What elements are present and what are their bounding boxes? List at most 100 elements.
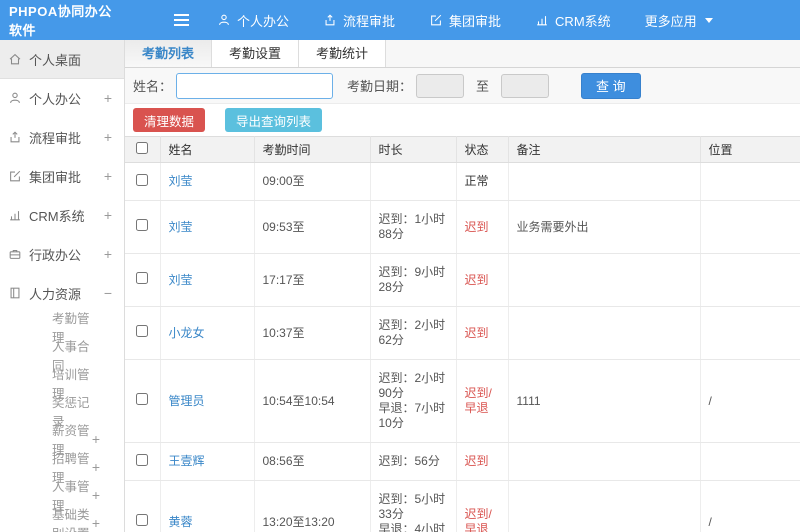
sidebar: 个人桌面 个人办公 + 流程审批 + 集团审批 + CRM系统 + 行政办公 + 人力资源 − 考勤管理人…: [0, 40, 125, 532]
sidebar-item-desktop[interactable]: 个人桌面: [0, 40, 124, 79]
employee-name-link[interactable]: 王壹辉: [169, 454, 205, 468]
expand-toggle-icon[interactable]: +: [104, 90, 112, 106]
location-cell: [700, 200, 800, 254]
row-checkbox[interactable]: [136, 219, 149, 231]
location-cell: [700, 306, 800, 360]
expand-toggle-icon[interactable]: −: [104, 285, 112, 301]
location-cell: /: [700, 359, 800, 443]
expand-toggle-icon[interactable]: +: [92, 431, 100, 447]
employee-name-link[interactable]: 小龙女: [169, 326, 205, 340]
export-list-button[interactable]: 导出查询列表: [225, 108, 323, 132]
tab-bar: 考勤列表 考勤设置 考勤统计: [125, 40, 800, 68]
edit-icon: [8, 169, 22, 183]
expand-toggle-icon[interactable]: +: [104, 246, 112, 262]
sidebar-item-label: 人力资源: [29, 286, 82, 302]
date-to-input[interactable]: [501, 73, 550, 98]
table-row: 王壹辉 08:56至 迟到：56分 迟到: [125, 442, 800, 481]
tab-setup[interactable]: 考勤设置: [212, 40, 300, 67]
top-nav-label: 流程审批: [343, 13, 396, 29]
expand-toggle-icon[interactable]: +: [104, 168, 112, 184]
checkbox-cell: [125, 306, 161, 360]
time-cell: 09:53至: [254, 200, 371, 254]
note-cell: 1111: [508, 359, 701, 443]
date-filter-label: 考勤日期：: [347, 79, 413, 94]
clean-data-button[interactable]: 清理数据: [133, 108, 206, 132]
user-icon: [217, 13, 231, 27]
status-cell: 迟到: [456, 200, 509, 254]
note-cell: [508, 480, 701, 532]
top-nav-item-apps[interactable]: 更多应用: [645, 11, 713, 30]
attendance-table: 姓名 考勤时间 时长 状态 备注 位置 刘莹 09:00至 正常 刘莹 09:53至 迟到：1小时8…: [125, 136, 800, 532]
duration-cell: 迟到：2小时90分 早退：7小时10分: [370, 359, 457, 443]
share-icon: [8, 130, 22, 144]
sidebar-subitem-label: 基础类别设置: [52, 508, 90, 532]
date-range-to-label: 至: [476, 79, 490, 94]
sidebar-item-label: 行政办公: [29, 247, 82, 263]
expand-toggle-icon[interactable]: +: [92, 515, 100, 531]
location-cell: [700, 162, 800, 201]
edit-icon: [429, 13, 443, 27]
expand-toggle-icon[interactable]: +: [104, 207, 112, 223]
sidebar-submenu: 考勤管理人事合同培训管理奖惩记录薪资管理+招聘管理+人事管理+基础类别设置+: [0, 312, 124, 532]
table-row: 刘莹 09:00至 正常: [125, 162, 800, 201]
employee-name-link[interactable]: 刘莹: [169, 174, 193, 188]
table-header-row: 姓名 考勤时间 时长 状态 备注 位置: [125, 136, 800, 163]
sidebar-item-group[interactable]: 集团审批 +: [0, 157, 124, 196]
status-cell: 迟到: [456, 306, 509, 360]
row-checkbox[interactable]: [136, 272, 149, 284]
top-nav-item-share[interactable]: 流程审批: [323, 11, 395, 30]
column-header: 姓名: [160, 136, 255, 163]
tab-list[interactable]: 考勤列表: [125, 40, 213, 67]
chart-icon: [8, 208, 22, 222]
time-cell: 17:17至: [254, 253, 371, 307]
duration-cell: 迟到：5小时33分 早退：4小时67分: [370, 480, 457, 532]
date-from-input[interactable]: [416, 73, 465, 98]
name-cell: 刘莹: [160, 200, 255, 254]
expand-toggle-icon[interactable]: +: [92, 459, 100, 475]
top-bar: PHPOA协同办公软件 个人办公 流程审批 集团审批 CRM系统 更多应用: [0, 0, 800, 40]
table-row: 刘莹 09:53至 迟到：1小时88分 迟到 业务需要外出: [125, 200, 800, 254]
status-cell: 迟到/早退: [456, 359, 509, 443]
name-filter-label: 姓名：: [133, 79, 173, 94]
employee-name-link[interactable]: 刘莹: [169, 273, 193, 287]
name-cell: 刘莹: [160, 253, 255, 307]
name-filter-input[interactable]: [176, 72, 334, 99]
briefcase-icon: [8, 247, 22, 261]
employee-name-link[interactable]: 管理员: [169, 394, 205, 408]
duration-cell: 迟到：2小时62分: [370, 306, 457, 360]
checkbox-cell: [125, 442, 161, 481]
select-all-checkbox[interactable]: [136, 142, 149, 154]
sidebar-item-label: 个人办公: [29, 91, 82, 107]
user-icon: [8, 91, 22, 105]
sidebar-subitem-basecat[interactable]: 基础类别设置+: [0, 508, 124, 532]
name-cell: 小龙女: [160, 306, 255, 360]
sidebar-item-process[interactable]: 流程审批 +: [0, 118, 124, 157]
column-header: 备注: [508, 136, 701, 163]
top-nav-item-edit[interactable]: 集团审批: [429, 11, 501, 30]
top-nav-item-chart[interactable]: CRM系统: [535, 11, 611, 30]
expand-toggle-icon[interactable]: +: [92, 487, 100, 503]
sidebar-item-admin[interactable]: 行政办公 +: [0, 235, 124, 274]
row-checkbox[interactable]: [136, 453, 149, 466]
search-button[interactable]: 查 询: [581, 72, 641, 99]
tab-stats[interactable]: 考勤统计: [299, 40, 387, 67]
sidebar-item-personal[interactable]: 个人办公 +: [0, 79, 124, 118]
attendance-table-wrap: 姓名 考勤时间 时长 状态 备注 位置 刘莹 09:00至 正常 刘莹 09:53至 迟到：1小时8…: [125, 136, 800, 532]
expand-toggle-icon[interactable]: +: [104, 129, 112, 145]
sidebar-item-crm[interactable]: CRM系统 +: [0, 196, 124, 235]
top-nav-label: 个人办公: [237, 13, 290, 29]
column-header: 考勤时间: [254, 136, 371, 163]
filter-bar: 姓名： 考勤日期： 至 查 询: [125, 68, 800, 104]
employee-name-link[interactable]: 黄蓉: [169, 515, 193, 529]
row-checkbox[interactable]: [136, 514, 149, 526]
top-nav-item-user[interactable]: 个人办公: [217, 11, 289, 30]
row-checkbox[interactable]: [136, 173, 149, 186]
menu-toggle-icon[interactable]: [173, 14, 191, 26]
row-checkbox[interactable]: [136, 325, 149, 337]
book-icon: [8, 286, 22, 300]
row-checkbox[interactable]: [136, 393, 149, 405]
location-cell: [700, 253, 800, 307]
table-row: 刘莹 17:17至 迟到：9小时28分 迟到: [125, 253, 800, 307]
employee-name-link[interactable]: 刘莹: [169, 220, 193, 234]
time-cell: 08:56至: [254, 442, 371, 481]
